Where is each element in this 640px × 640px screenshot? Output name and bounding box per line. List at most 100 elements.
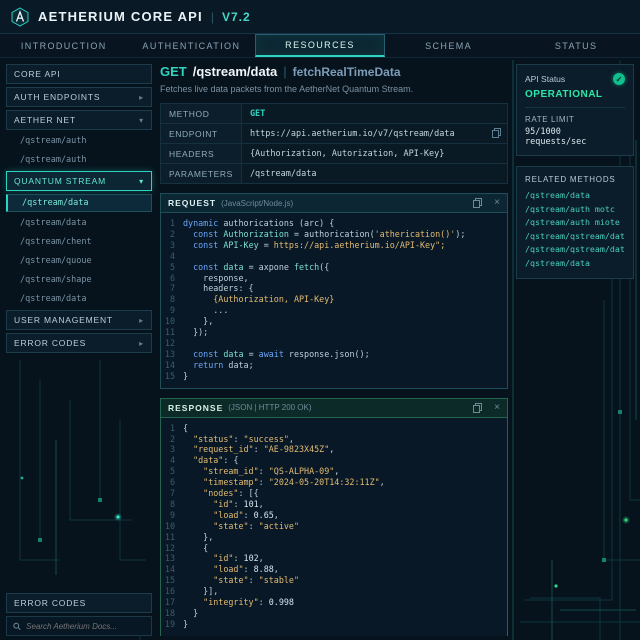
- line-number: 9: [169, 509, 175, 520]
- sidebar-footer-error-codes[interactable]: ERROR CODES: [6, 593, 152, 613]
- line-number: 12: [164, 337, 175, 348]
- tab-introduction[interactable]: INTRODUCTION: [0, 34, 128, 57]
- line-number: 18: [164, 608, 175, 618]
- main-nav: INTRODUCTION AUTHENTICATION RESOURCES SCHEM…: [0, 34, 640, 58]
- sidebar-item-label: /qstream/shape: [20, 275, 92, 285]
- sidebar-item-qstream-chent[interactable]: /qstream/chent: [6, 234, 152, 250]
- code-line-text: "state": "active": [213, 520, 299, 531]
- sidebar-item-qstream-auth[interactable]: /qstream/auth: [6, 133, 152, 149]
- left-sidebar: CORE API AUTH ENDPOINTS ▸ AETHER NET ▾ /qstre…: [6, 64, 152, 636]
- info-value-text: {Authorization, Autorization, API-Key}: [249, 148, 445, 159]
- sidebar-footer-label: ERROR CODES: [14, 598, 87, 608]
- sidebar-item-label: QUANTUM STREAM: [14, 176, 106, 186]
- info-row-endpoint: ENDPOINT https://api.aetherium.io/v7/qstr…: [160, 123, 508, 144]
- request-panel-title: REQUEST: [168, 198, 217, 208]
- line-number: 7: [169, 488, 175, 499]
- sidebar-item-label: AETHER NET: [14, 115, 76, 125]
- copy-icon[interactable]: [473, 198, 483, 208]
- sidebar-section-user-management[interactable]: USER MANAGEMENT ▸: [6, 310, 152, 330]
- code-line: 12: [161, 338, 507, 349]
- code-line: 15 "state": "stable": [161, 575, 507, 586]
- close-icon[interactable]: ×: [494, 198, 500, 208]
- code-line-text: "state": "stable": [213, 575, 299, 586]
- sidebar-item-qstream-data[interactable]: /qstream/data: [6, 194, 152, 212]
- code-line: 1{: [161, 423, 507, 434]
- code-line: 13 "id": 102,: [161, 553, 507, 564]
- api-status-value: OPERATIONAL: [525, 89, 603, 100]
- sidebar-item-qstream-quoue[interactable]: /qstream/quoue: [6, 253, 152, 269]
- line-number: 19: [164, 618, 175, 629]
- sidebar-item-label: USER MANAGEMENT: [14, 315, 113, 325]
- copy-icon[interactable]: [492, 128, 501, 141]
- line-number: 6: [169, 272, 175, 283]
- related-method-link[interactable]: /qstream/data: [525, 257, 625, 271]
- tab-status[interactable]: STATUS: [512, 34, 640, 57]
- code-line-text: "status": "success",: [193, 433, 294, 444]
- sidebar-item-label: /qstream/auth: [20, 136, 87, 146]
- tab-resources[interactable]: RESOURCES: [255, 34, 385, 57]
- sidebar-item-qstream-auth[interactable]: /qstream/auth: [6, 152, 152, 168]
- related-method-link[interactable]: /qstream/auth miote: [525, 216, 625, 230]
- info-value: {Authorization, Autorization, API-Key}: [240, 143, 508, 164]
- sidebar-section-error-codes[interactable]: ERROR CODES ▸: [6, 333, 152, 353]
- code-line: 5 const data = axpone fetch({: [161, 262, 507, 273]
- code-line-text: {: [183, 542, 209, 553]
- line-number: 11: [164, 531, 175, 542]
- app-header: AETHERIUM CORE API | V7.2: [0, 0, 640, 34]
- search-input[interactable]: [26, 621, 145, 631]
- code-line: 9 ...: [161, 305, 507, 316]
- response-panel-subtitle: (JSON | HTTP 200 OK): [228, 403, 312, 413]
- sidebar-item-label: /qstream/quoue: [20, 256, 92, 266]
- code-line-text: "request_id": "AE-9823X45Z",: [193, 444, 335, 455]
- sidebar-item-qstream-data[interactable]: /qstream/data: [6, 215, 152, 231]
- sidebar-item-qstream-data[interactable]: /qstream/data: [6, 291, 152, 307]
- request-panel-header: REQUEST (JavaScript/Node.js) ×: [161, 194, 507, 213]
- sidebar-item-label: /qstream/auth: [20, 155, 87, 165]
- chevron-right-icon: ▸: [139, 338, 144, 348]
- info-value: GET: [240, 103, 508, 124]
- code-line: 8 "id": 101,: [161, 499, 507, 510]
- request-panel-subtitle: (JavaScript/Node.js): [221, 198, 294, 208]
- line-number: 2: [169, 433, 175, 444]
- sidebar-item-label: /qstream/data: [20, 218, 87, 228]
- app-window: AETHERIUM CORE API | V7.2 INTRODUCTION AU…: [0, 0, 640, 640]
- info-key: ENDPOINT: [160, 123, 242, 144]
- code-line: 18 }: [161, 608, 507, 619]
- line-number: 8: [169, 294, 175, 305]
- sidebar-section-auth-endpoints[interactable]: AUTH ENDPOINTS ▸: [6, 87, 152, 107]
- code-line-text: "stream_id": "QS-ALPHA-09",: [203, 466, 340, 477]
- code-line: 12 {: [161, 543, 507, 554]
- related-method-link[interactable]: /qstream/qstream/data: [525, 230, 625, 244]
- sidebar-item-qstream-shape[interactable]: /qstream/shape: [6, 272, 152, 288]
- sidebar-section-quantum-stream[interactable]: QUANTUM STREAM ▾: [6, 171, 152, 191]
- close-icon[interactable]: ×: [494, 402, 500, 413]
- related-method-link[interactable]: /qstream/qstream/data: [525, 243, 625, 257]
- sidebar-section-core-api[interactable]: CORE API: [6, 64, 152, 84]
- code-line-text: dynamic authorications (arc) {: [183, 218, 335, 228]
- copy-icon[interactable]: [473, 402, 483, 413]
- related-method-link[interactable]: /qstream/data: [525, 189, 625, 203]
- main-content: GET /qstream/data | fetchRealTimeData Fe…: [160, 64, 508, 636]
- line-number: 4: [169, 455, 175, 466]
- code-line: 11 });: [161, 327, 507, 338]
- line-number: 15: [164, 370, 175, 381]
- line-number: 13: [164, 348, 175, 359]
- line-number: 14: [164, 359, 175, 370]
- chevron-down-icon: ▾: [139, 176, 144, 186]
- code-line: 16 }],: [161, 586, 507, 597]
- line-number: 11: [164, 327, 175, 338]
- code-line-text: },: [183, 531, 214, 542]
- endpoint-info-table: METHOD GET ENDPOINT https://api.aetherium.i…: [160, 103, 508, 184]
- line-number: 1: [169, 218, 175, 228]
- related-method-link[interactable]: /qstream/auth motc: [525, 203, 625, 217]
- tab-authentication[interactable]: AUTHENTICATION: [128, 34, 256, 57]
- tab-schema[interactable]: SCHEMA: [385, 34, 513, 57]
- code-line: 11 },: [161, 532, 507, 543]
- code-line-text: }: [183, 618, 189, 629]
- code-line: 2 const Authorization = authorication('a…: [161, 229, 507, 240]
- sidebar-section-aether-net[interactable]: AETHER NET ▾: [6, 110, 152, 130]
- line-number: 8: [169, 498, 175, 509]
- line-number: 10: [164, 316, 175, 327]
- api-status-label: API Status: [525, 74, 566, 84]
